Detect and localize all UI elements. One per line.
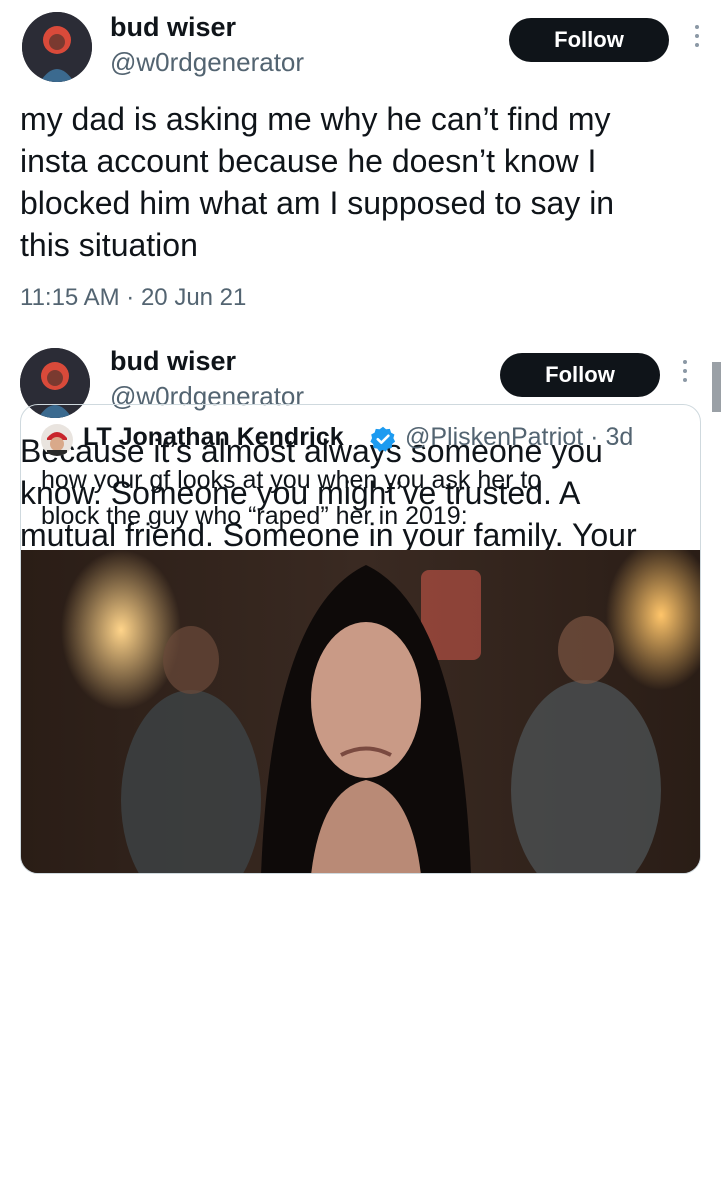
tweet-text: my dad is asking me why he can’t find my… xyxy=(20,101,615,263)
follow-button[interactable]: Follow xyxy=(509,18,669,62)
author-avatar[interactable] xyxy=(22,12,92,82)
avatar-image xyxy=(22,12,92,82)
scrollbar-thumb[interactable] xyxy=(712,362,721,412)
vertical-ellipsis-icon[interactable] xyxy=(692,25,702,55)
author-name[interactable]: bud wiser xyxy=(110,346,236,377)
tweet-1: bud wiser @w0rdgenerator Follow my dad i… xyxy=(0,0,721,330)
author-name[interactable]: bud wiser xyxy=(110,12,236,43)
quoted-handle-and-time[interactable]: @PliskenPatriot · 3d xyxy=(405,423,633,452)
follow-button[interactable]: Follow xyxy=(500,353,660,397)
media-still xyxy=(21,550,700,873)
quoted-author-name[interactable]: LT Jonathan Kendrick xyxy=(83,423,344,452)
quoted-media-image[interactable] xyxy=(21,550,700,873)
author-handle[interactable]: @w0rdgenerator xyxy=(110,47,304,78)
verified-badge-icon xyxy=(370,426,396,452)
quoted-author-avatar[interactable] xyxy=(41,424,73,456)
tweet-timestamp[interactable]: 11:15 AM · 20 Jun 21 xyxy=(20,284,246,312)
quoted-tweet-card[interactable]: LT Jonathan Kendrick @PliskenPatriot · 3… xyxy=(20,404,701,874)
quoted-tweet-text: how your gf looks at you when you ask he… xyxy=(41,466,542,530)
vertical-ellipsis-icon[interactable] xyxy=(680,360,690,390)
quoted-avatar-image xyxy=(41,424,73,456)
